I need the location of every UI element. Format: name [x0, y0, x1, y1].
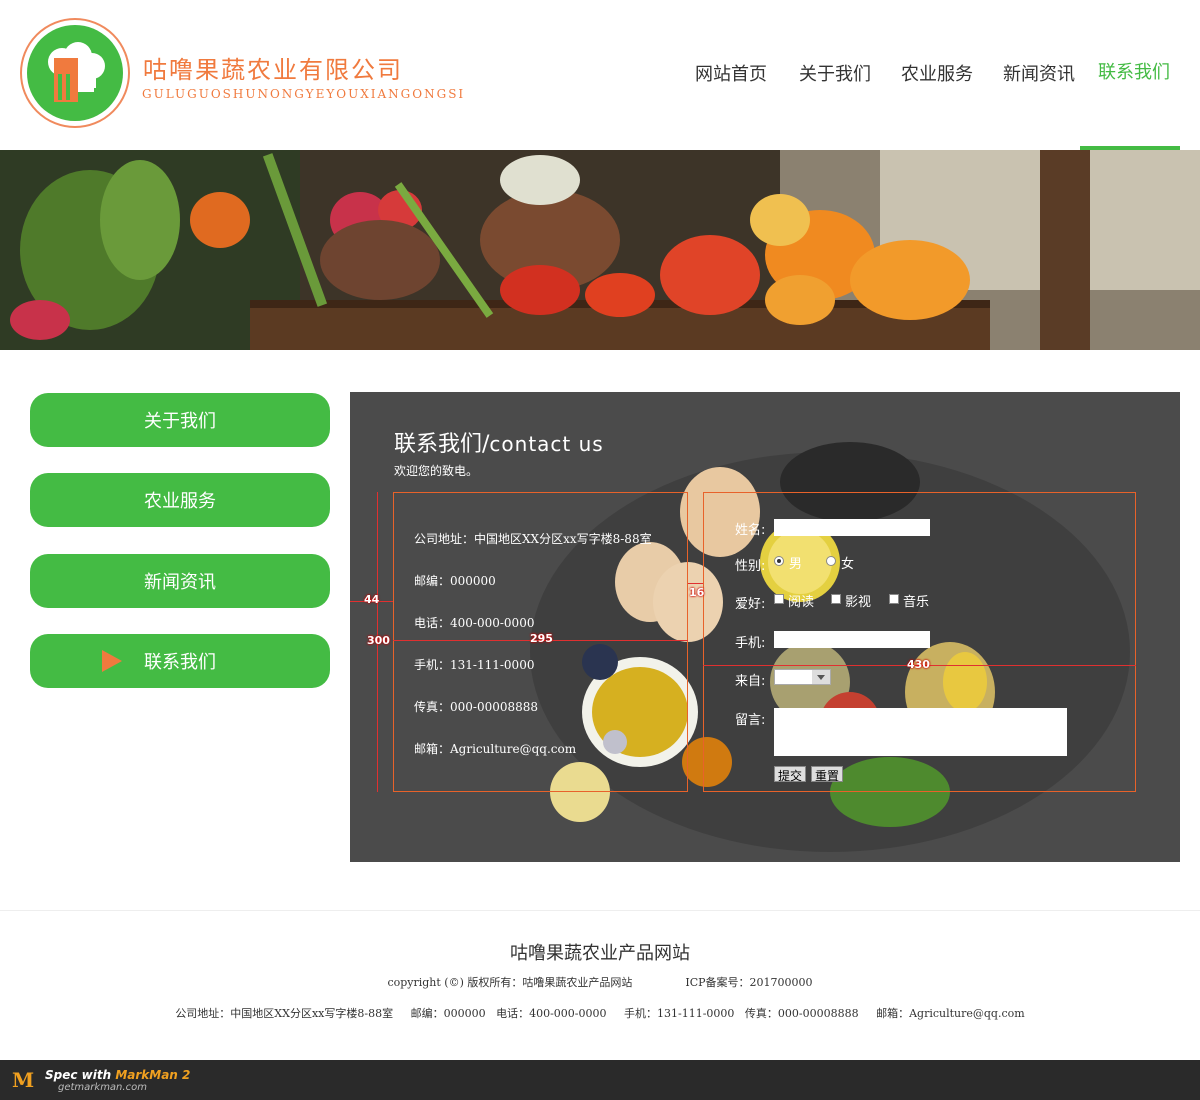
measure-300-label: 300: [367, 634, 390, 647]
banner-image: [0, 150, 1200, 350]
contact-form: 姓名: 性别: 男 女 爱好: 阅读 影视 音乐 手机: 来自: 留言: 提交 …: [703, 492, 1136, 792]
reset-button[interactable]: 重置: [811, 766, 844, 783]
info-email: 邮箱：Agriculture@qq.com: [414, 742, 577, 756]
footer: 咕噜果蔬农业产品网站 copyright (©) 版权所有：咕噜果蔬农业产品网站…: [0, 910, 1200, 1060]
submit-button[interactable]: 提交: [774, 766, 807, 783]
sidebar-item-news[interactable]: 新闻资讯: [30, 554, 330, 608]
nav-about[interactable]: 关于我们: [799, 60, 871, 86]
company-pinyin: GULUGUOSHUNONGYEYOUXIANGONGSI: [142, 87, 466, 101]
name-input[interactable]: [774, 519, 930, 536]
hobby-movie-checkbox[interactable]: [831, 594, 841, 604]
sidebar-item-services[interactable]: 农业服务: [30, 473, 330, 527]
markman-url[interactable]: getmarkman.com: [58, 1082, 147, 1093]
footer-copyright: copyright (©) 版权所有：咕噜果蔬农业产品网站 ICP备案号：201…: [387, 976, 813, 989]
vegetables-illustration: [0, 150, 1200, 350]
company-logo[interactable]: [20, 18, 130, 128]
gender-female-radio[interactable]: [826, 556, 836, 566]
measure-430-label: 430: [907, 658, 930, 671]
nav-news[interactable]: 新闻资讯: [1003, 60, 1075, 86]
info-mobile: 手机：131-111-0000: [414, 658, 535, 672]
gender-male-radio[interactable]: [774, 556, 784, 566]
info-postcode: 邮编：000000: [414, 574, 496, 588]
footer-title: 咕噜果蔬农业产品网站: [510, 943, 690, 964]
sidebar-item-label: 农业服务: [144, 491, 216, 512]
measure-295-label: 295: [530, 632, 553, 645]
sidebar-item-label: 关于我们: [144, 411, 216, 432]
info-phone: 电话：400-000-0000: [414, 616, 535, 630]
from-label: 来自:: [735, 674, 766, 689]
chef-hat-icon: [48, 42, 105, 102]
logo-emblem: [27, 25, 123, 121]
contact-title: 联系我们/contact us: [394, 432, 604, 457]
gender-female-label: 女: [841, 557, 855, 572]
nav-services[interactable]: 农业服务: [901, 60, 973, 86]
name-label: 姓名:: [735, 523, 766, 538]
hobby-read-label: 阅读: [788, 595, 815, 610]
sidebar-item-label: 联系我们: [144, 652, 216, 673]
message-textarea[interactable]: [774, 708, 1067, 756]
nav-home[interactable]: 网站首页: [695, 60, 767, 86]
markman-bar: M Spec with MarkMan 2 getmarkman.com: [0, 1060, 1200, 1100]
gender-male-label: 男: [789, 557, 803, 572]
play-arrow-icon: [102, 650, 122, 672]
measure-16-line: [688, 583, 703, 584]
hobby-music-checkbox[interactable]: [889, 594, 899, 604]
hobby-label: 爱好:: [735, 597, 766, 612]
contact-panel: 联系我们/contact us 欢迎您的致电。 公司地址：中国地区XX分区xx写…: [350, 392, 1180, 862]
sidebar-item-label: 新闻资讯: [144, 572, 216, 593]
markman-spec-text: Spec with MarkMan 2: [45, 1068, 191, 1082]
hobby-movie-label: 影视: [845, 595, 872, 610]
info-fax: 传真：000-00008888: [414, 700, 539, 714]
header: 咕噜果蔬农业有限公司 GULUGUOSHUNONGYEYOUXIANGONGSI…: [0, 0, 1200, 150]
from-select[interactable]: [774, 669, 831, 685]
phone-label: 手机:: [735, 636, 766, 651]
markman-m-icon: M: [12, 1068, 35, 1092]
measure-16-label: 16: [689, 586, 705, 599]
footer-contact-line: 公司地址：中国地区XX分区xx写字楼8-88室 邮编：000000 电话：400…: [175, 1007, 1025, 1020]
company-name: 咕噜果蔬农业有限公司: [143, 56, 403, 84]
chevron-down-icon: [812, 670, 830, 684]
hobby-read-checkbox[interactable]: [774, 594, 784, 604]
phone-input[interactable]: [774, 631, 930, 648]
info-address: 公司地址：中国地区XX分区xx写字楼8-88室: [414, 532, 652, 546]
measure-44-label: 44: [364, 593, 380, 606]
sidebar-item-about[interactable]: 关于我们: [30, 393, 330, 447]
contact-subtitle: 欢迎您的致电。: [394, 464, 479, 478]
message-label: 留言:: [735, 713, 766, 728]
nav-contact[interactable]: 联系我们: [1098, 58, 1170, 84]
hobby-music-label: 音乐: [903, 595, 930, 610]
gender-label: 性别:: [735, 559, 766, 574]
sidebar-item-contact[interactable]: 联系我们: [30, 634, 330, 688]
